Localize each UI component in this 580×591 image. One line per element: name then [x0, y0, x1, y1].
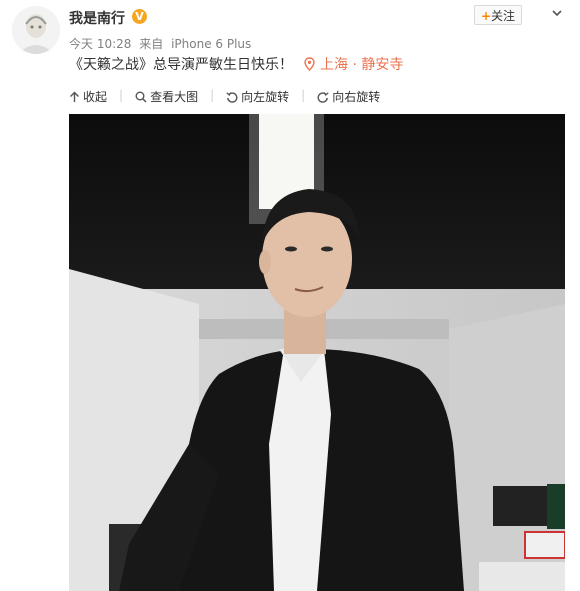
follow-label: 关注 — [491, 9, 516, 23]
magnifier-icon — [135, 91, 147, 103]
photo-image — [69, 114, 565, 591]
source-prefix: 来自 — [139, 37, 164, 51]
verified-badge-icon: V — [132, 9, 147, 24]
post-meta: 今天 10:28 来自 iPhone 6 Plus — [69, 35, 255, 52]
chevron-down-icon[interactable] — [550, 6, 564, 20]
avatar-image — [12, 6, 60, 54]
post-time[interactable]: 今天 10:28 — [69, 37, 131, 51]
rotate-left-button[interactable]: 向左旋转 — [226, 88, 289, 105]
avatar[interactable] — [12, 6, 60, 54]
post-text: 《天籁之战》总导演严敏生日快乐！ — [69, 57, 293, 73]
username[interactable]: 我是南行 — [69, 8, 125, 28]
location-pin-icon — [304, 57, 315, 71]
follow-button[interactable]: +关注 — [474, 5, 522, 25]
toolbar-divider: | — [210, 88, 215, 102]
toolbar-divider: | — [301, 88, 306, 102]
post-photo[interactable] — [69, 114, 565, 591]
rotate-right-icon — [317, 91, 329, 103]
image-toolbar: 收起 | 查看大图 | 向左旋转 | 向右旋转 — [69, 88, 392, 105]
rotate-right-label: 向右旋转 — [332, 90, 381, 104]
rotate-left-label: 向左旋转 — [241, 90, 290, 104]
location-label: 上海 · 静安寺 — [320, 57, 404, 73]
collapse-label: 收起 — [83, 90, 108, 104]
collapse-button[interactable]: 收起 — [69, 88, 107, 105]
rotate-left-icon — [226, 91, 238, 103]
view-large-label: 查看大图 — [150, 90, 199, 104]
source-device[interactable]: iPhone 6 Plus — [171, 37, 251, 51]
rotate-right-button[interactable]: 向右旋转 — [317, 88, 380, 105]
view-large-button[interactable]: 查看大图 — [135, 88, 198, 105]
location-link[interactable]: 上海 · 静安寺 — [304, 54, 403, 74]
collapse-icon — [70, 91, 79, 102]
toolbar-divider: | — [119, 88, 124, 102]
plus-icon: + — [480, 9, 492, 23]
